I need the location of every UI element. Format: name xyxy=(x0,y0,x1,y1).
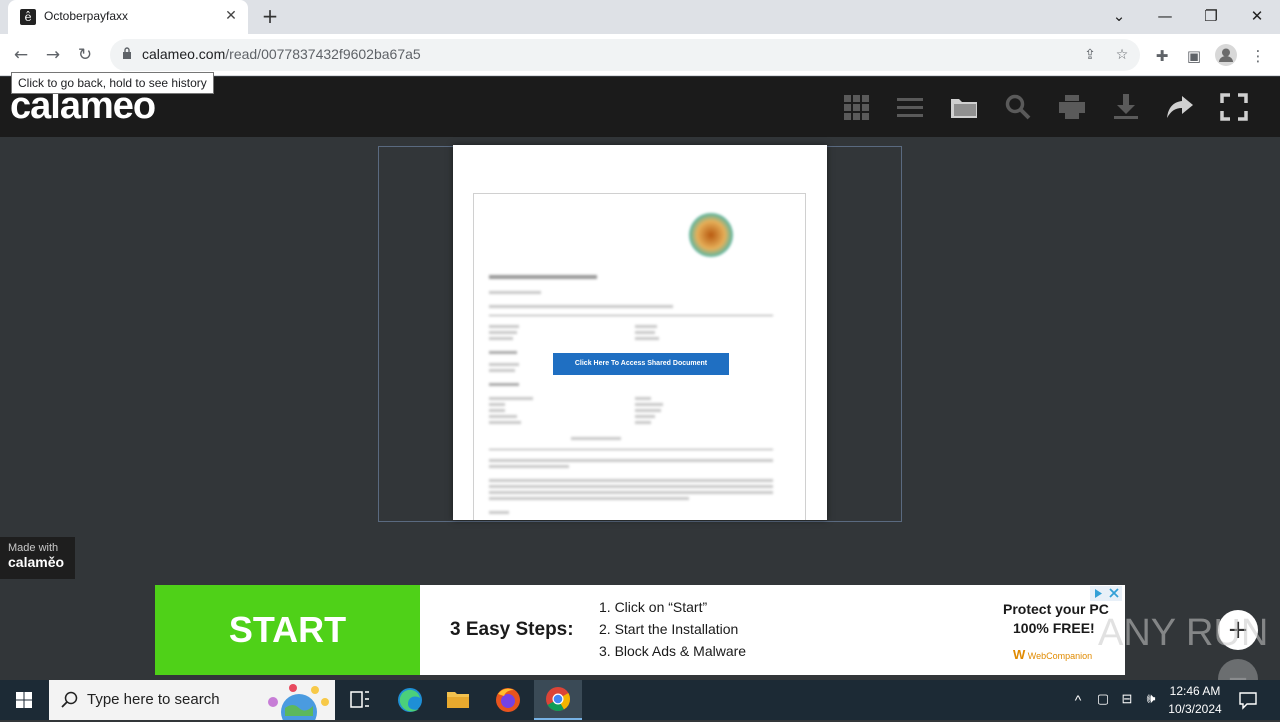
menu-kebab-icon[interactable]: ⋮ xyxy=(1248,46,1268,66)
windows-taskbar: Type here to search ^ ▢ ⊟ 🕪 12:46 AM 10/… xyxy=(0,680,1280,720)
firefox-icon[interactable] xyxy=(484,680,532,720)
list-view-icon[interactable] xyxy=(896,93,924,121)
minimize-icon[interactable]: — xyxy=(1142,2,1188,30)
access-shared-document-button[interactable]: Click Here To Access Shared Document xyxy=(553,353,729,375)
taskbar-search-box[interactable]: Type here to search xyxy=(49,680,335,720)
calameo-favicon-icon: ê xyxy=(20,9,36,25)
share-page-icon[interactable]: ⇪ xyxy=(1080,45,1100,65)
ad-free-text: 100% FREE! xyxy=(1013,620,1095,636)
download-icon[interactable] xyxy=(1112,93,1140,121)
made-with-label: Made with xyxy=(8,542,59,554)
search-icon[interactable] xyxy=(1004,93,1032,121)
browser-tab[interactable]: ê Octoberpayfaxx ✕ xyxy=(8,0,248,34)
windows-start-icon[interactable] xyxy=(0,680,48,720)
lock-icon[interactable] xyxy=(122,47,132,59)
search-magnifier-icon xyxy=(61,691,78,708)
volume-icon[interactable]: 🕪 xyxy=(1142,690,1160,707)
task-view-icon[interactable] xyxy=(336,680,384,720)
adchoices-icon[interactable] xyxy=(1090,586,1122,601)
search-highlight-globe-icon xyxy=(268,684,329,720)
profile-avatar-icon[interactable] xyxy=(1215,44,1237,66)
search-placeholder: Type here to search xyxy=(87,691,220,708)
ad-step-2: 2. Start the Installation xyxy=(599,621,739,637)
forward-arrow-icon[interactable]: → xyxy=(40,42,66,68)
tray-device-icon[interactable]: ▢ xyxy=(1094,691,1112,707)
clock-time[interactable]: 12:46 AM xyxy=(1164,684,1226,698)
ad-banner[interactable]: START 3 Easy Steps: 1. Click on “Start” … xyxy=(155,585,1125,675)
fullscreen-icon[interactable] xyxy=(1220,93,1248,121)
document-seal-icon xyxy=(689,213,733,257)
folder-icon[interactable] xyxy=(950,93,978,121)
restore-icon[interactable]: ❐ xyxy=(1188,2,1234,30)
new-tab-button[interactable]: + xyxy=(258,4,282,28)
chrome-icon xyxy=(546,687,570,712)
document-viewer[interactable]: Click Here To Access Shared Document + −… xyxy=(0,137,1280,699)
reload-icon[interactable]: ↻ xyxy=(72,42,98,68)
bookmark-star-icon[interactable]: ☆ xyxy=(1112,45,1132,65)
browser-toolbar: ← → ↻ calameo.com/read/0077837432f9602ba… xyxy=(0,34,1280,76)
back-button-tooltip: Click to go back, hold to see history xyxy=(11,72,214,94)
ad-protect-text: Protect your PC xyxy=(1003,601,1109,617)
ad-brand-logo: W WebCompanion xyxy=(1013,647,1093,662)
ad-brand-name: WebCompanion xyxy=(1027,651,1093,661)
edge-browser-icon[interactable] xyxy=(386,680,434,720)
chrome-taskbar-button[interactable] xyxy=(534,680,582,720)
tab-title: Octoberpayfaxx xyxy=(44,9,129,23)
file-explorer-icon[interactable] xyxy=(434,680,482,720)
made-with-brand: calaměo xyxy=(8,554,65,570)
back-arrow-icon[interactable]: ← xyxy=(8,42,34,68)
window-close-icon[interactable]: ✕ xyxy=(1234,2,1280,30)
tab-strip: ê Octoberpayfaxx ✕ + ⌄ — ❐ ✕ xyxy=(0,0,1280,34)
extensions-puzzle-icon[interactable]: ✚ xyxy=(1152,46,1172,66)
grid-view-icon[interactable] xyxy=(842,93,870,121)
document-page[interactable]: Click Here To Access Shared Document xyxy=(453,145,827,520)
made-with-calameo-badge[interactable]: Made with calaměo xyxy=(0,537,75,579)
share-icon[interactable] xyxy=(1166,93,1194,121)
tab-search-chevron-icon[interactable]: ⌄ xyxy=(1096,2,1142,30)
url-path: /read/0077837432f9602ba67a5 xyxy=(225,46,421,62)
notifications-icon[interactable] xyxy=(1238,690,1258,710)
network-icon[interactable]: ⊟ xyxy=(1118,691,1136,707)
url-host: calameo.com xyxy=(142,46,226,62)
print-icon[interactable] xyxy=(1058,93,1086,121)
ad-start-button[interactable]: START xyxy=(155,585,420,675)
side-panel-icon[interactable]: ▣ xyxy=(1184,46,1204,66)
anyrun-watermark: ANY RUN xyxy=(1098,612,1269,654)
tab-close-icon[interactable]: ✕ xyxy=(222,7,240,25)
ad-steps-title: 3 Easy Steps: xyxy=(450,619,574,640)
address-bar[interactable]: calameo.com/read/0077837432f9602ba67a5 ⇪… xyxy=(110,39,1140,71)
ad-step-3: 3. Block Ads & Malware xyxy=(599,643,747,659)
clock-date[interactable]: 10/3/2024 xyxy=(1164,702,1226,716)
url-text[interactable]: calameo.com/read/0077837432f9602ba67a5 xyxy=(142,46,421,62)
tray-overflow-chevron-icon[interactable]: ^ xyxy=(1070,692,1086,708)
ad-step-1: 1. Click on “Start” xyxy=(599,599,708,615)
